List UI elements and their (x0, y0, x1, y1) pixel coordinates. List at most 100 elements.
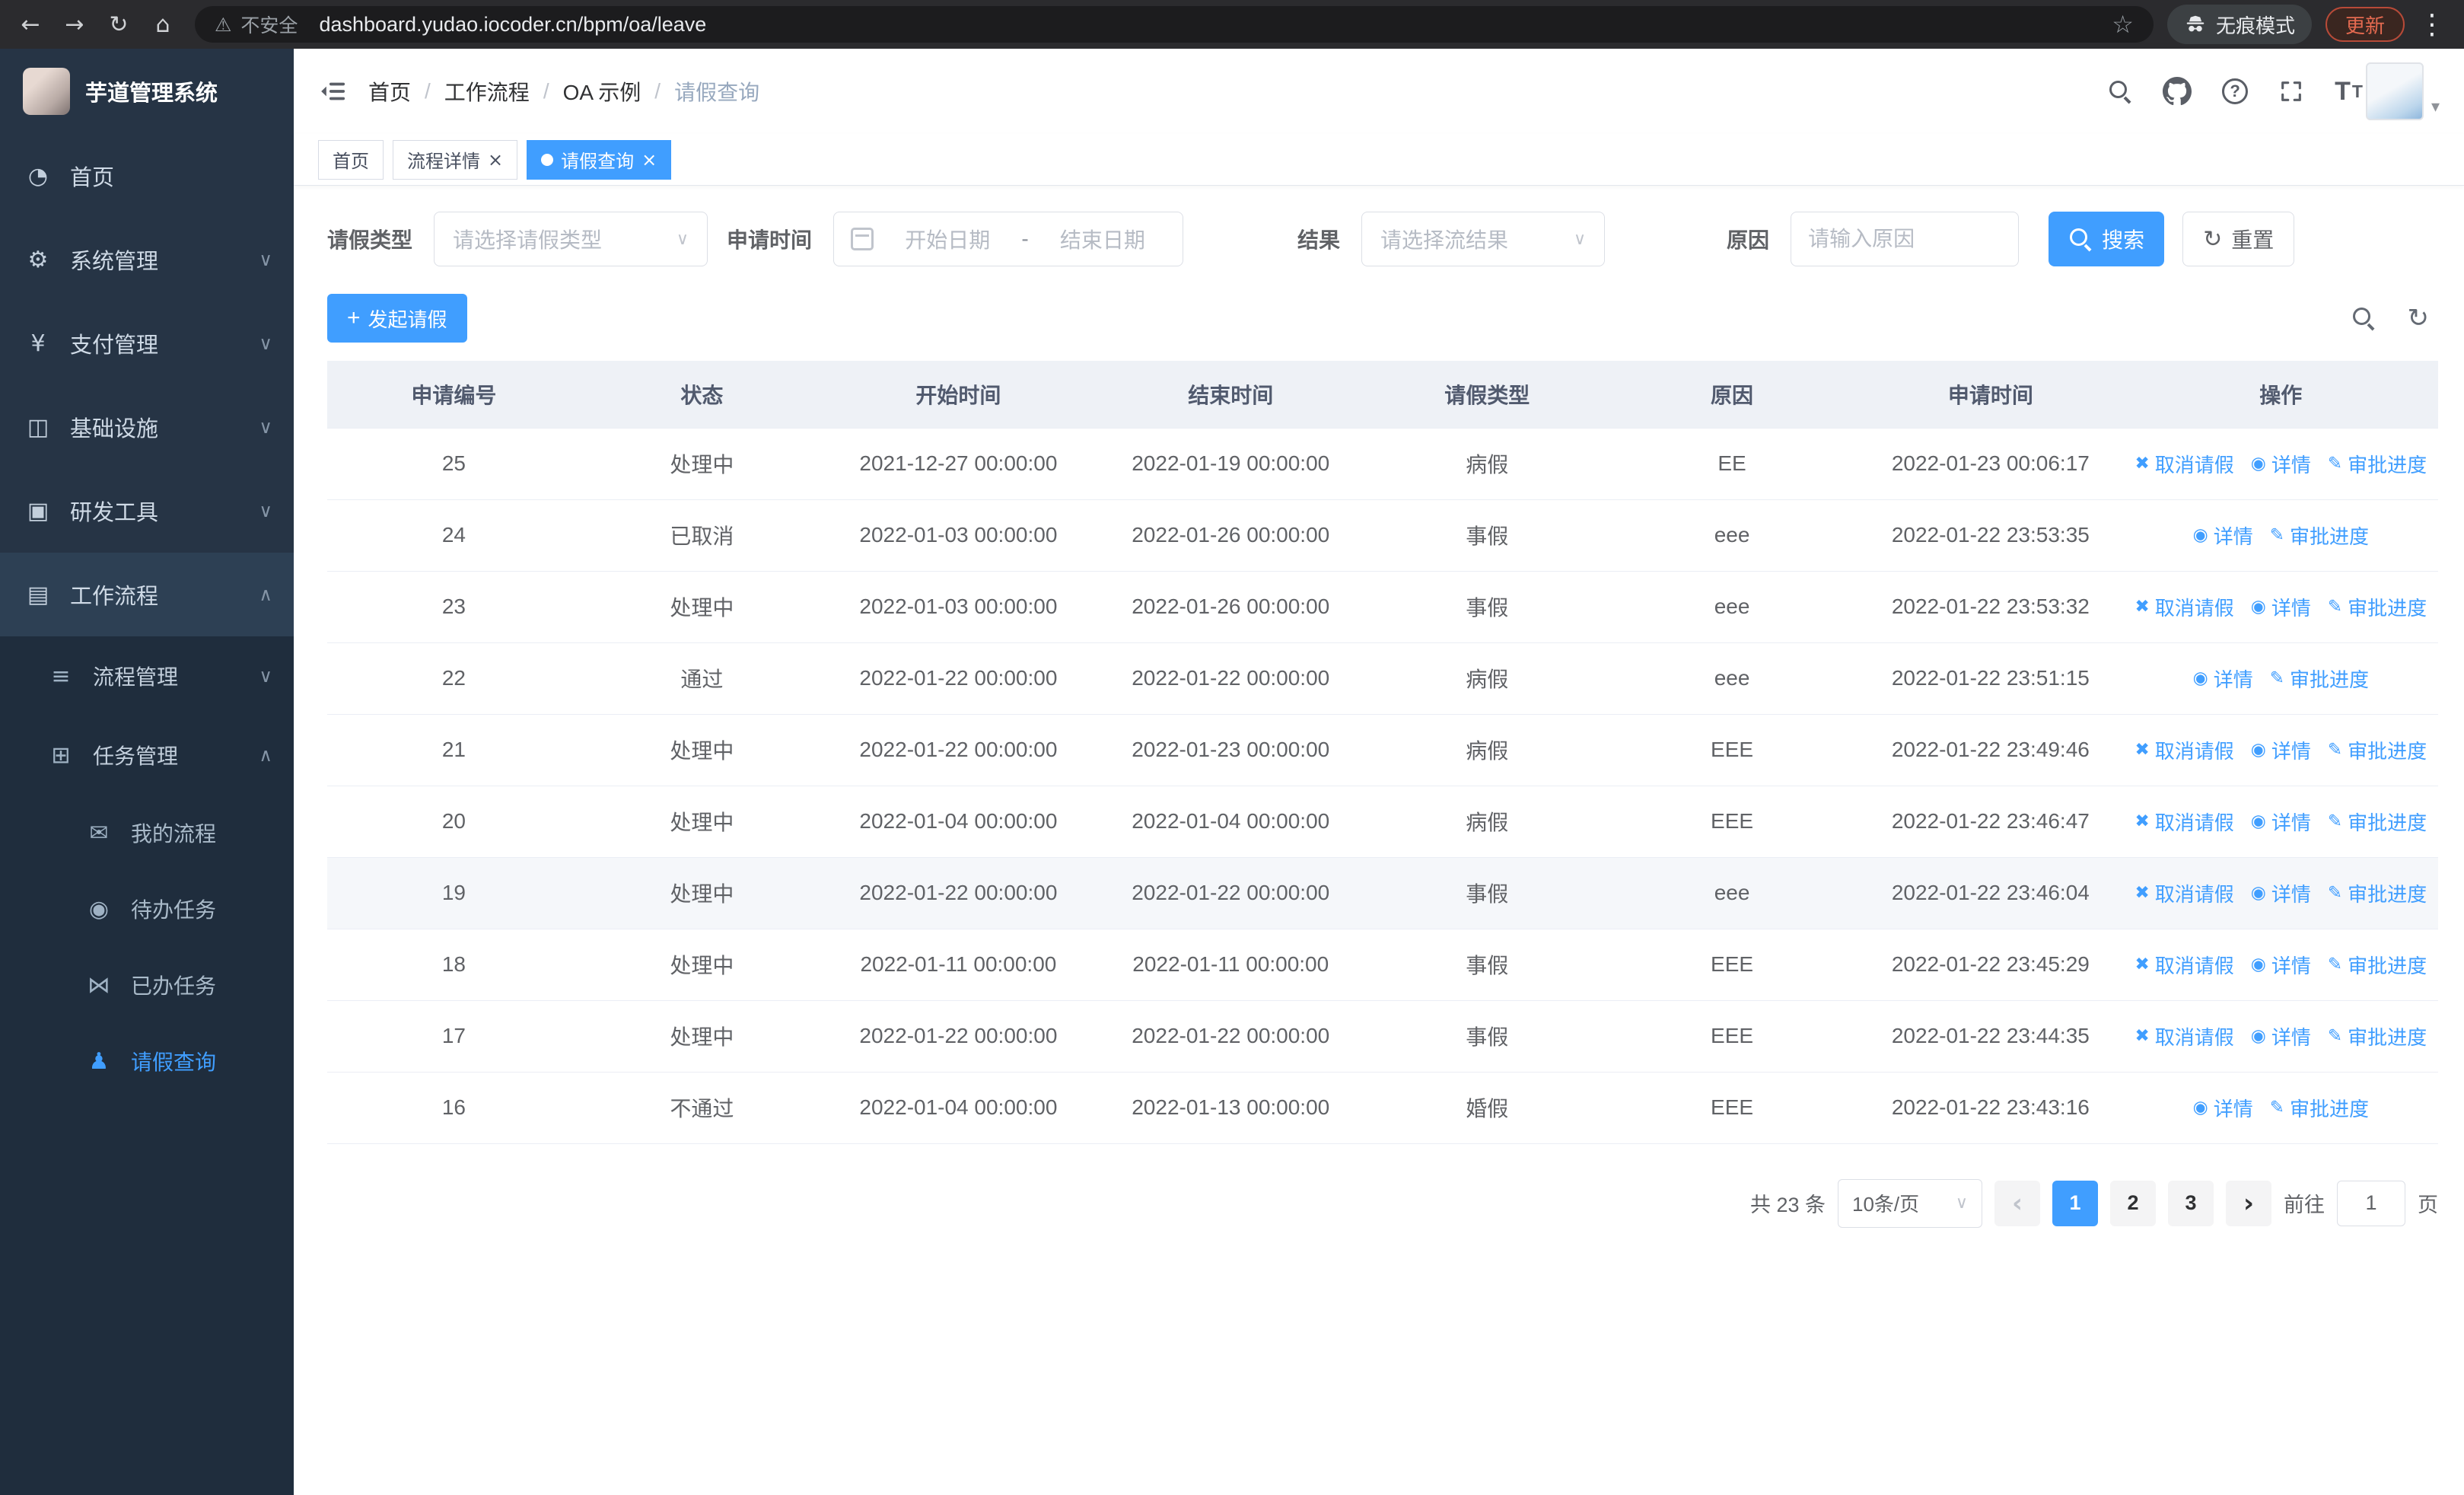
search-button[interactable]: 搜索 (2049, 212, 2165, 266)
filter-form: 请假类型 请选择请假类型 ∨ 申请时间 开始日期 - 结束日期 结果 请选择流结… (327, 212, 2438, 266)
detail-link[interactable]: ◉ 详情 (2193, 521, 2253, 550)
cancel-leave-link[interactable]: ✖ 取消请假 (2135, 879, 2233, 907)
approval-progress-link[interactable]: ✎ 审批进度 (2328, 879, 2427, 907)
cancel-leave-link[interactable]: ✖ 取消请假 (2135, 736, 2233, 764)
table-refresh-icon[interactable]: ↻ (2408, 303, 2430, 333)
forward-icon[interactable]: → (56, 6, 93, 43)
chevron-down-icon: ∨ (1573, 229, 1587, 249)
reload-icon[interactable]: ↻ (100, 6, 137, 43)
page-button-3[interactable]: 3 (2168, 1180, 2214, 1226)
update-button[interactable]: 更新 (2325, 7, 2405, 42)
sidebar-item-leave-query[interactable]: ♟ 请假查询 (0, 1023, 294, 1099)
breadcrumb-item[interactable]: OA 示例 (563, 76, 641, 107)
sidebar-item-my-process[interactable]: ✉ 我的流程 (0, 795, 294, 871)
create-leave-button[interactable]: + 发起请假 (327, 294, 467, 343)
approval-progress-link[interactable]: ✎ 审批进度 (2328, 593, 2427, 621)
user-menu[interactable]: ▾ (2365, 62, 2440, 120)
help-icon[interactable]: ? (2222, 78, 2249, 104)
table-search-icon[interactable] (2351, 306, 2376, 330)
browser-menu-icon[interactable]: ⋮ (2418, 9, 2446, 40)
detail-link[interactable]: ◉ 详情 (2251, 593, 2311, 621)
tab-process-detail[interactable]: 流程详情 × (393, 139, 518, 180)
github-icon[interactable] (2163, 77, 2192, 106)
eye-icon: ◉ (2250, 740, 2266, 760)
detail-link[interactable]: ◉ 详情 (2193, 665, 2253, 693)
next-page-button[interactable]: › (2226, 1180, 2271, 1226)
detail-link[interactable]: ◉ 详情 (2251, 736, 2311, 764)
cancel-leave-link[interactable]: ✖ 取消请假 (2135, 593, 2233, 621)
approval-progress-link[interactable]: ✎ 审批进度 (2270, 521, 2369, 550)
cell-type: 事假 (1367, 571, 1606, 643)
close-icon[interactable]: × (641, 151, 657, 169)
approval-progress-link[interactable]: ✎ 审批进度 (2328, 450, 2427, 478)
result-select[interactable]: 请选择流结果 ∨ (1361, 212, 1606, 266)
tab-home[interactable]: 首页 (318, 139, 384, 180)
approval-progress-link[interactable]: ✎ 审批进度 (2328, 808, 2427, 836)
app-logo[interactable]: 芋道管理系统 (0, 49, 294, 134)
back-icon[interactable]: ← (12, 6, 49, 43)
cancel-leave-link[interactable]: ✖ 取消请假 (2135, 1022, 2233, 1050)
approval-progress-link[interactable]: ✎ 审批进度 (2328, 951, 2427, 979)
reason-input[interactable] (1791, 212, 2020, 266)
goto-page-input[interactable] (2337, 1180, 2405, 1226)
sidebar-item-process-mgmt[interactable]: ≡ 流程管理 ∨ (0, 636, 294, 716)
fullscreen-icon[interactable] (2278, 78, 2304, 104)
home-icon[interactable]: ⌂ (145, 6, 181, 43)
search-icon[interactable] (2108, 79, 2132, 104)
sidebar-item-workflow[interactable]: ▤ 工作流程 ∧ (0, 553, 294, 636)
cell-end: 2022-01-13 00:00:00 (1093, 1072, 1368, 1144)
op-label: 取消请假 (2154, 739, 2234, 763)
reset-button[interactable]: ↻ 重置 (2182, 212, 2295, 266)
approval-progress-link[interactable]: ✎ 审批进度 (2328, 736, 2427, 764)
sidebar-collapse-icon[interactable] (318, 76, 349, 107)
breadcrumb-item[interactable]: 请假查询 (674, 76, 759, 107)
chevron-down-icon: ∨ (676, 229, 689, 249)
cell-apply: 2022-01-22 23:51:15 (1858, 642, 2124, 715)
prev-page-button[interactable]: ‹ (1994, 1180, 2040, 1226)
avatar[interactable] (2365, 62, 2424, 120)
sidebar-item-todo-tasks[interactable]: ◉ 待办任务 (0, 871, 294, 947)
address-bar[interactable]: ⚠ 不安全 dashboard.yudao.iocoder.cn/bpm/oa/… (195, 6, 2154, 43)
detail-link[interactable]: ◉ 详情 (2251, 808, 2311, 836)
navbar-actions: ? T T (2108, 77, 2363, 107)
cancel-leave-link[interactable]: ✖ 取消请假 (2135, 450, 2233, 478)
delete-icon: ✖ (2135, 955, 2150, 974)
font-size-icon[interactable]: TT (2335, 77, 2363, 107)
cell-actions: ✖ 取消请假 ◉ 详情 ✎ 审批进度 (2123, 428, 2438, 500)
sidebar-item-infra[interactable]: ◫ 基础设施 ∨ (0, 385, 294, 469)
reason-filter: 原因 (1727, 212, 2020, 266)
breadcrumb-item[interactable]: 工作流程 (444, 76, 530, 107)
page-button-2[interactable]: 2 (2110, 1180, 2156, 1226)
cell-id: 20 (327, 786, 581, 858)
cell-end: 2022-01-23 00:00:00 (1093, 714, 1368, 786)
date-range-picker[interactable]: 开始日期 - 结束日期 (833, 212, 1184, 266)
cell-actions: ✖ 取消请假 ◉ 详情 ✎ 审批进度 (2123, 714, 2438, 786)
approval-progress-link[interactable]: ✎ 审批进度 (2270, 1094, 2369, 1122)
detail-link[interactable]: ◉ 详情 (2251, 1022, 2311, 1050)
page-size-select[interactable]: 10条/页 ∨ (1838, 1178, 1982, 1228)
detail-link[interactable]: ◉ 详情 (2251, 879, 2311, 907)
sidebar-item-task-mgmt[interactable]: ⊞ 任务管理 ∧ (0, 716, 294, 795)
approval-progress-link[interactable]: ✎ 审批进度 (2328, 1022, 2427, 1050)
sidebar-item-done-tasks[interactable]: ⋈ 已办任务 (0, 947, 294, 1023)
tab-leave-query[interactable]: 请假查询 × (527, 139, 672, 180)
leave-type-select[interactable]: 请选择请假类型 ∨ (434, 212, 708, 266)
detail-link[interactable]: ◉ 详情 (2251, 951, 2311, 979)
sidebar-item-payment[interactable]: ¥ 支付管理 ∨ (0, 301, 294, 385)
approval-progress-link[interactable]: ✎ 审批进度 (2270, 665, 2369, 693)
cancel-leave-link[interactable]: ✖ 取消请假 (2135, 808, 2233, 836)
detail-link[interactable]: ◉ 详情 (2193, 1094, 2253, 1122)
sidebar-item-system[interactable]: ⚙ 系统管理 ∨ (0, 218, 294, 301)
cancel-leave-link[interactable]: ✖ 取消请假 (2135, 951, 2233, 979)
incognito-badge: 无痕模式 (2166, 5, 2312, 44)
detail-link[interactable]: ◉ 详情 (2251, 450, 2311, 478)
column-header: 结束时间 (1093, 361, 1368, 429)
sidebar-item-devtools[interactable]: ▣ 研发工具 ∨ (0, 469, 294, 553)
breadcrumb-item[interactable]: 首页 (368, 76, 411, 107)
bookmark-star-icon[interactable]: ☆ (2112, 10, 2134, 39)
page-button-1[interactable]: 1 (2052, 1180, 2098, 1226)
op-label: 详情 (2271, 739, 2311, 763)
sidebar-item-home[interactable]: ◔ 首页 (0, 134, 294, 218)
op-label: 详情 (2213, 668, 2253, 691)
close-icon[interactable]: × (488, 151, 503, 169)
